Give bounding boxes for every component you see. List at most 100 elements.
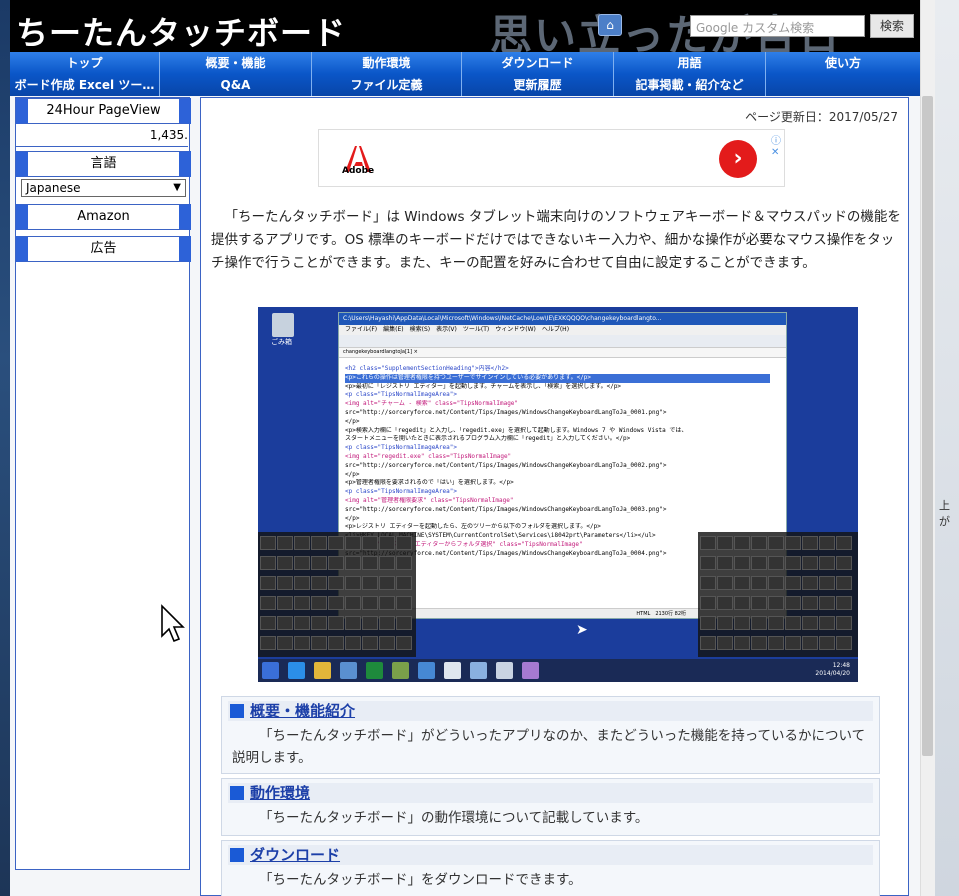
nav-download[interactable]: ダウンロード [462,52,614,74]
touch-key [785,556,801,570]
touch-key [836,636,852,650]
touch-key [819,596,835,610]
nav-top[interactable]: トップ [10,52,160,74]
language-select[interactable]: Japanese ▼ [21,179,186,197]
nav-environment[interactable]: 動作環境 [312,52,462,74]
touch-key [768,556,784,570]
touch-key [700,576,716,590]
touch-key [294,536,310,550]
touch-key [379,556,395,570]
nav-empty [766,74,920,96]
home-icon[interactable]: ⌂ [598,14,622,36]
app-icon [340,662,357,679]
nav-history[interactable]: 更新履歴 [462,74,614,96]
editor-tab: changekeyboardlangtoJa[1] × [339,348,786,358]
touch-key [819,556,835,570]
touch-key [751,596,767,610]
touch-key [294,596,310,610]
chevron-right-icon[interactable]: › [719,140,757,178]
scrollbar-thumb[interactable] [922,96,933,756]
touch-key [717,636,733,650]
touch-key [311,596,327,610]
touch-key [802,536,818,550]
touch-key [836,556,852,570]
recycle-bin-label: ごみ箱 [271,338,292,346]
touch-key [802,616,818,630]
touch-key [260,636,276,650]
code-line: </p> [345,417,360,425]
touch-key [785,616,801,630]
code-line: <p>レジストリ エディターを起動したら、左のツリーから以下のフォルダを選択しま… [345,523,601,531]
touch-key [717,556,733,570]
app-screenshot: ごみ箱 C:\Users\Hayashi\AppData\Local\Micro… [258,307,858,682]
nav-file-definition[interactable]: ファイル定義 [312,74,462,96]
section-link-overview[interactable]: 概要・機能紹介 [250,701,355,721]
touch-key [700,636,716,650]
touch-key [785,536,801,550]
touch-key [751,556,767,570]
touch-key [734,576,750,590]
cursor-icon: ➤ [576,622,588,638]
touch-key [700,556,716,570]
editor-menu: ファイル(F) 編集(E) 検索(S) 表示(V) ツール(T) ウィンドウ(W… [339,325,786,335]
touch-key [328,596,344,610]
excel-icon [366,662,383,679]
code-line: <img alt="チャーム - 検索" class="TipsNormalIm… [345,400,519,408]
touch-key [260,596,276,610]
touch-key [379,636,395,650]
touch-key [768,536,784,550]
site-title[interactable]: ちーたんタッチボード [16,8,346,52]
touch-key [362,596,378,610]
nav-articles[interactable]: 記事掲載・紹介など [614,74,766,96]
nav-overview[interactable]: 概要・機能 [160,52,312,74]
intro-paragraph: 「ちーたんタッチボード」は Windows タブレット端末向けのソフトウェアキー… [211,209,901,271]
mouse-pointer-icon [161,604,185,643]
touch-key [277,556,293,570]
touch-key [396,536,412,550]
nav-usage[interactable]: 使い方 [766,52,920,74]
nav-glossary[interactable]: 用語 [614,52,766,74]
touch-key [396,636,412,650]
start-icon [262,662,279,679]
ie-icon [288,662,305,679]
search-input[interactable]: Google カスタム検索 [690,15,865,37]
touch-key [379,596,395,610]
touch-key [379,576,395,590]
touch-key [260,576,276,590]
nav-qa[interactable]: Q&A [160,74,312,96]
touch-key [734,556,750,570]
touch-key [819,636,835,650]
touch-key [362,616,378,630]
ad-info-icon[interactable]: ⓘ ✕ [771,132,784,158]
touch-key [311,636,327,650]
site-header: ちーたんタッチボード 思い立ったが吉日 ⌂ Google カスタム検索 検索 [10,0,920,52]
touch-key [836,596,852,610]
search-button[interactable]: 検索 [870,14,914,38]
touch-key [751,576,767,590]
touch-key [836,576,852,590]
section-download: ダウンロード 「ちーたんタッチボード」をダウンロードできます。 [221,840,880,896]
touch-key [345,616,361,630]
pageview-count: 1,435. [16,124,188,147]
touch-key [819,536,835,550]
section-overview: 概要・機能紹介 「ちーたんタッチボード」がどういったアプリなのか、またどういった… [221,696,880,774]
touch-key [819,576,835,590]
touch-key [734,636,750,650]
code-line: src="http://sorceryforce.net/Content/Tip… [345,461,667,469]
section-description: 「ちーたんタッチボード」がどういったアプリなのか、またどういった機能を持っている… [232,728,866,766]
amazon-heading: Amazon [16,204,191,230]
nav-board-excel[interactable]: ボード作成 Excel ツー… [10,74,160,96]
section-link-environment[interactable]: 動作環境 [250,783,310,803]
section-description: 「ちーたんタッチボード」をダウンロードできます。 [259,872,582,888]
taskbar-clock: 12:48 2014/04/20 [815,662,850,678]
touch-key [768,576,784,590]
advertisement[interactable]: Adobe › ⓘ ✕ [318,129,785,187]
touch-key [396,616,412,630]
chrome-icon [418,662,435,679]
editor-toolbar [339,335,786,348]
touch-key [260,616,276,630]
touch-key [700,596,716,610]
section-link-download[interactable]: ダウンロード [250,845,340,865]
section-marker [230,848,244,862]
touch-key [734,616,750,630]
